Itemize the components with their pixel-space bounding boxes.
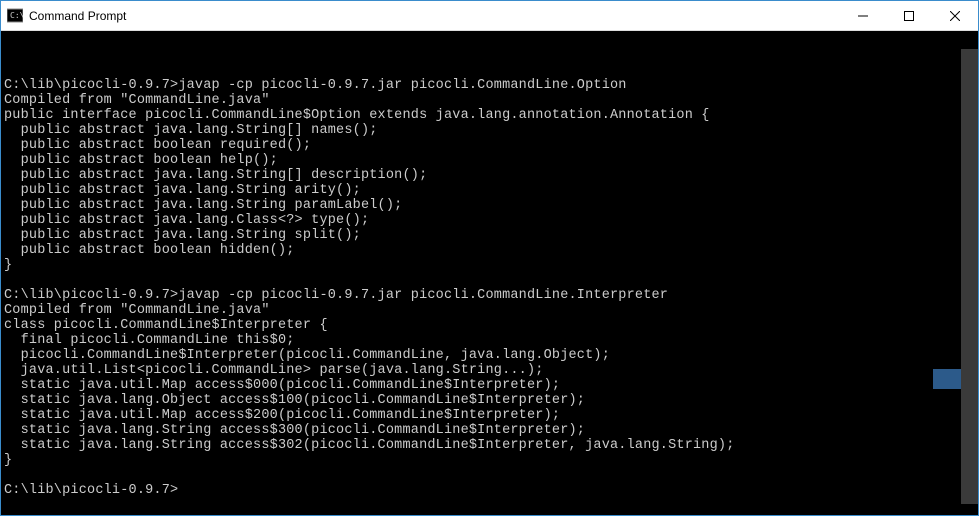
command-prompt-window: C:\ Command Prompt C:\lib\picocli-0.9.7>… [0,0,979,516]
scrollbar-thumb[interactable] [961,49,978,504]
scrollbar-track[interactable] [961,31,978,515]
minimize-button[interactable] [840,1,886,30]
svg-text:C:\: C:\ [10,11,23,20]
close-button[interactable] [932,1,978,30]
selection-indicator [933,369,961,389]
command-prompt-icon: C:\ [7,8,23,24]
window-controls [840,1,978,30]
terminal-area[interactable]: C:\lib\picocli-0.9.7>javap -cp picocli-0… [1,31,978,515]
titlebar[interactable]: C:\ Command Prompt [1,1,978,31]
terminal-output: C:\lib\picocli-0.9.7>javap -cp picocli-0… [4,63,975,498]
maximize-button[interactable] [886,1,932,30]
window-title: Command Prompt [29,9,840,23]
